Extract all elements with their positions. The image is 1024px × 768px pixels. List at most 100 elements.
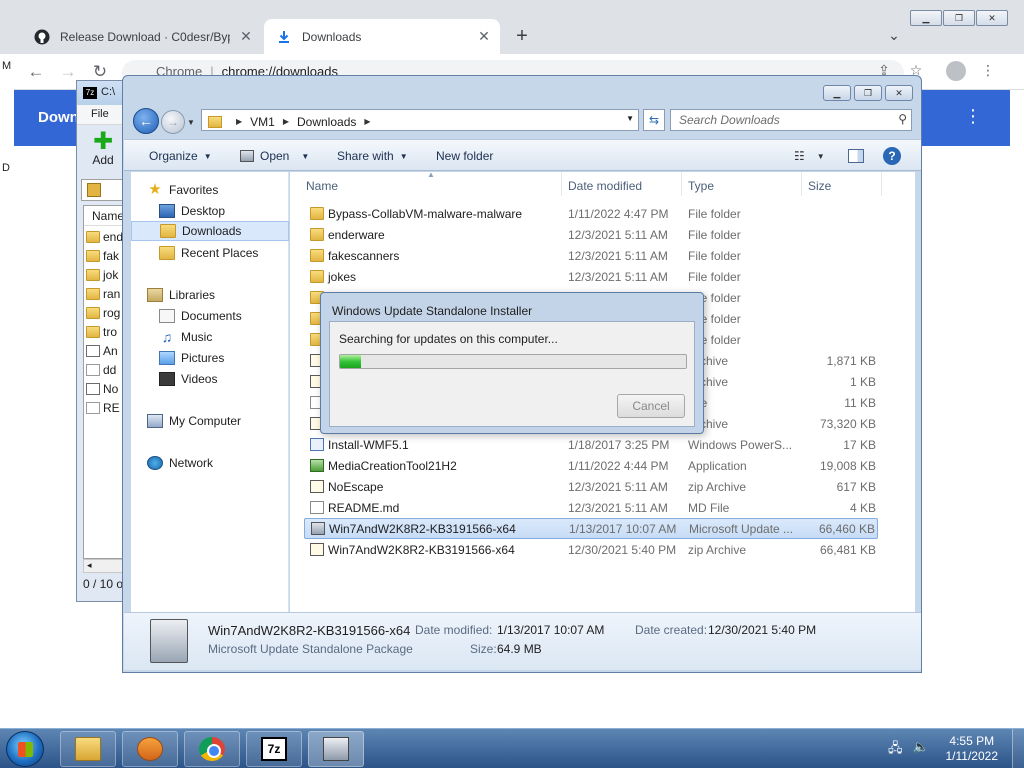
profile-avatar[interactable] (946, 61, 966, 81)
table-row[interactable]: Win7AndW2K8R2-KB3191566-x64 12/30/2021 5:… (304, 539, 878, 560)
table-row[interactable]: jokes 12/3/2021 5:11 AM File folder (304, 266, 878, 287)
menu-file[interactable]: File (91, 108, 109, 120)
maximize-button[interactable]: ❐ (943, 10, 975, 26)
dialog-message: Searching for updates on this computer..… (339, 332, 558, 346)
recent-pages-dropdown-icon[interactable]: ▼ (187, 118, 195, 127)
nav-libraries[interactable]: Libraries (147, 285, 305, 305)
show-desktop-button[interactable] (1012, 729, 1024, 768)
horizontal-scrollbar[interactable]: ◂ (83, 559, 125, 573)
chevron-right-icon[interactable]: ▶ (283, 117, 289, 126)
nav-my-computer[interactable]: My Computer (147, 411, 305, 431)
nav-downloads[interactable]: Downloads (131, 221, 289, 241)
windows-logo-icon (18, 742, 33, 757)
tab-downloads[interactable]: Downloads ✕ (264, 19, 500, 54)
tab-release-download[interactable]: Release Download · C0desr/Bypa ✕ (22, 19, 262, 54)
network-tray-icon[interactable]: 🖧 (888, 739, 903, 761)
file-icon (86, 402, 100, 414)
cancel-button[interactable]: Cancel (617, 394, 685, 418)
folder-up-icon[interactable] (87, 183, 101, 197)
table-row[interactable]: Win7AndW2K8R2-KB3191566-x64 1/13/2017 10:… (304, 518, 878, 539)
list-item[interactable]: ran (84, 283, 124, 302)
maximize-button[interactable]: ❐ (854, 85, 882, 101)
more-options-icon[interactable]: ⋮ (964, 106, 982, 127)
list-item-label: fak (103, 249, 120, 263)
column-header-name[interactable]: Name ▲ (300, 170, 562, 196)
back-icon[interactable]: ← (26, 62, 46, 82)
change-view-button[interactable]: ☷ ▼ (794, 149, 825, 163)
folder-icon (86, 231, 100, 243)
new-folder-button[interactable]: New folder (436, 149, 493, 163)
network-icon (147, 456, 163, 470)
list-item[interactable]: rog (84, 302, 124, 321)
list-item[interactable]: fak (84, 245, 124, 264)
list-item[interactable]: An (84, 340, 124, 359)
cell-name: Install-WMF5.1 (328, 437, 409, 452)
folder-icon (86, 250, 100, 262)
address-dropdown-icon[interactable]: ▼ (626, 114, 634, 123)
close-button[interactable]: ✕ (885, 85, 913, 101)
start-button[interactable] (6, 731, 44, 767)
list-item-label: An (103, 344, 118, 358)
open-button[interactable]: Open ▼ (240, 149, 309, 163)
taskbar-media-player[interactable] (122, 731, 178, 767)
nav-network[interactable]: Network (147, 453, 305, 473)
update-package-icon (150, 619, 188, 663)
windows-update-installer-dialog: Windows Update Standalone Installer Sear… (320, 292, 704, 434)
add-button[interactable]: ✚ Add (83, 130, 123, 171)
volume-icon[interactable]: 🔈 (913, 739, 929, 761)
column-header-size[interactable]: Size (802, 172, 882, 196)
breadcrumb-vm1[interactable]: VM1 (250, 115, 275, 129)
search-input[interactable]: Search Downloads ⚲ (670, 109, 912, 131)
table-row[interactable]: NoEscape 12/3/2021 5:11 AM zip Archive 617 … (304, 476, 878, 497)
list-item[interactable]: tro (84, 321, 124, 340)
nav-favorites[interactable]: ★ Favorites (147, 180, 305, 200)
chevron-right-icon[interactable]: ▶ (364, 117, 370, 126)
list-item[interactable]: No (84, 378, 124, 397)
breadcrumb-downloads[interactable]: Downloads (297, 115, 356, 129)
table-row[interactable]: MediaCreationTool21H2 1/11/2022 4:44 PM Ap… (304, 455, 878, 476)
taskbar-7zip[interactable]: 7z (246, 731, 302, 767)
minimize-button[interactable]: ▁ (910, 10, 942, 26)
table-row[interactable]: README.md 12/3/2021 5:11 AM MD File 4 KB (304, 497, 878, 518)
7zip-path-bar[interactable] (81, 179, 125, 201)
clock[interactable]: 4:55 PM 1/11/2022 (946, 734, 999, 764)
nav-label: Favorites (169, 183, 219, 197)
column-header-type[interactable]: Type (682, 172, 802, 196)
chevron-right-icon[interactable]: ▶ (236, 117, 242, 126)
back-button[interactable]: ← (133, 108, 159, 134)
forward-button[interactable]: → (161, 110, 185, 134)
preview-pane-icon[interactable] (848, 149, 864, 163)
search-icon[interactable]: ⚲ (898, 112, 907, 126)
list-item[interactable]: RE (84, 397, 124, 416)
new-folder-label: New folder (436, 149, 494, 163)
column-header-name[interactable]: Name (84, 206, 124, 226)
cell-date: 1/11/2022 4:44 PM (568, 458, 669, 473)
close-tab-icon[interactable]: ✕ (476, 28, 492, 44)
column-header-date[interactable]: Date modified (562, 172, 682, 196)
close-tab-icon[interactable]: ✕ (238, 28, 254, 44)
chrome-menu-icon[interactable]: ⋮ (978, 62, 998, 82)
share-with-button[interactable]: Share with ▼ (337, 149, 408, 163)
table-row[interactable]: Bypass-CollabVM-malware-malware 1/11/2022… (304, 203, 878, 224)
organize-button[interactable]: Organize ▼ (149, 149, 212, 163)
taskbar-explorer[interactable] (60, 731, 116, 767)
address-bar[interactable]: ▶ VM1 ▶ Downloads ▶ ▼ (201, 109, 639, 131)
tab-search-icon[interactable]: ⌄ (884, 27, 904, 45)
nav-label: Pictures (181, 351, 225, 365)
list-item[interactable]: jok (84, 264, 124, 283)
new-tab-button[interactable]: + (512, 26, 532, 46)
taskbar: 7z 🖧 🔈 4:55 PM 1/11/2022 (0, 728, 1024, 768)
help-icon[interactable]: ? (883, 147, 901, 165)
taskbar-update-installer[interactable] (308, 731, 364, 767)
table-row[interactable]: fakescanners 12/3/2021 5:11 AM File folder (304, 245, 878, 266)
list-item[interactable]: dd (84, 359, 124, 378)
table-row[interactable]: enderware 12/3/2021 5:11 AM File folder (304, 224, 878, 245)
close-button[interactable]: ✕ (976, 10, 1008, 26)
list-item[interactable]: end (84, 226, 124, 245)
reload-icon[interactable]: ↻ (90, 62, 110, 82)
minimize-button[interactable]: ▁ (823, 85, 851, 101)
taskbar-chrome[interactable] (184, 731, 240, 767)
table-row[interactable]: Install-WMF5.1 1/18/2017 3:25 PM Windows P… (304, 434, 878, 455)
refresh-icon[interactable]: ⇆ (643, 109, 665, 131)
forward-icon[interactable]: → (58, 62, 78, 82)
